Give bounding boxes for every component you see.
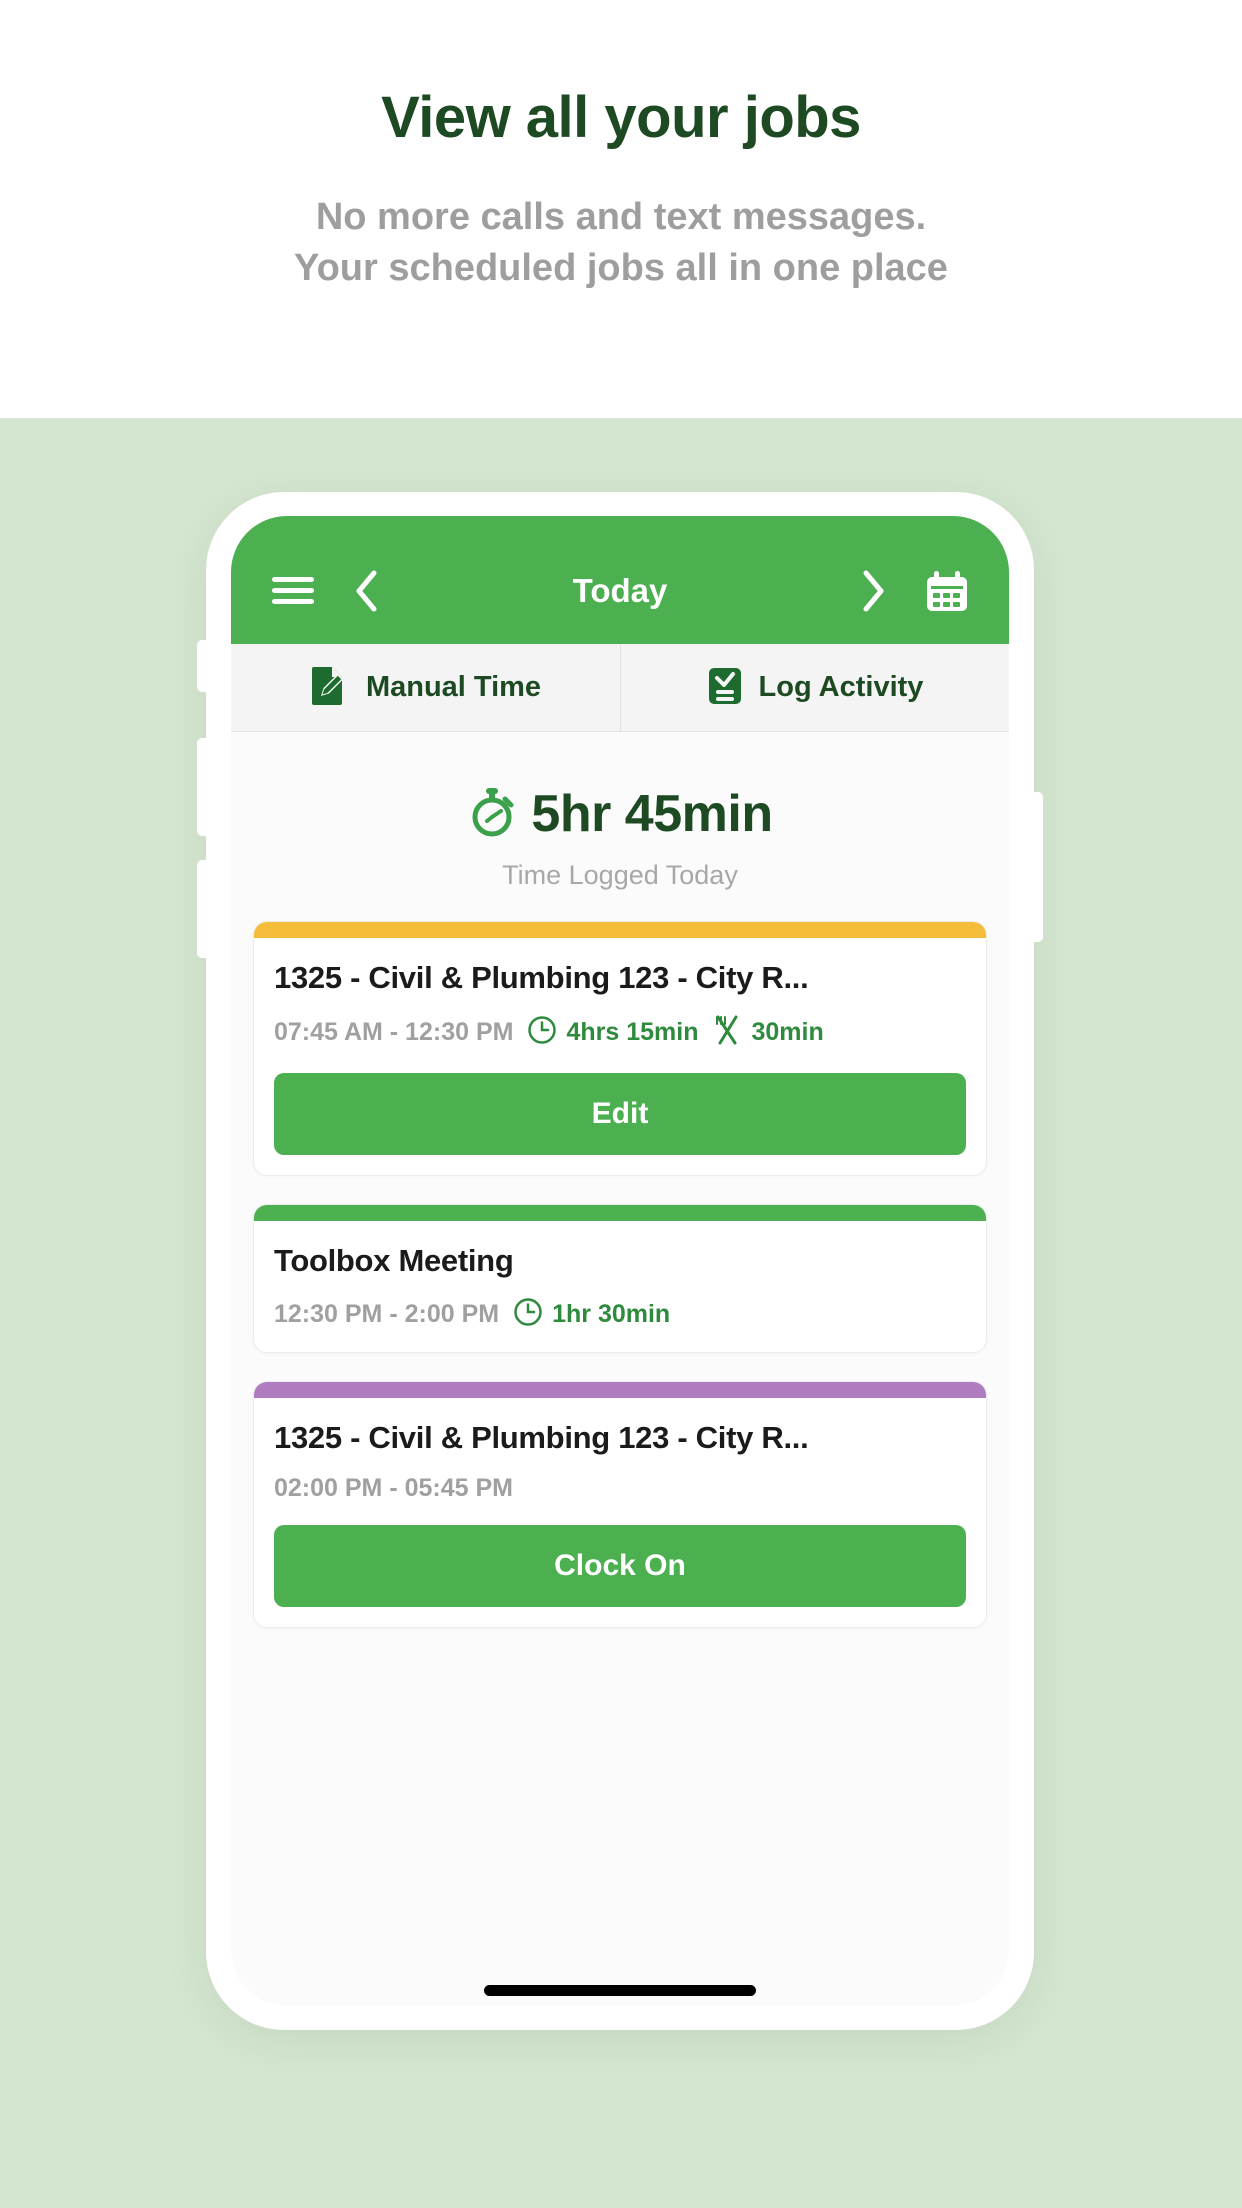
phone-mockup: Today Manual Time Log Activity 5hr 45min… — [197, 492, 1043, 2030]
tab-strip: Manual Time Log Activity — [231, 644, 1009, 732]
job-card-break: 30min — [712, 1014, 824, 1051]
job-card-duration: 1hr 30min — [513, 1297, 670, 1332]
job-card-stripe — [254, 922, 986, 938]
job-card-meta: 02:00 PM - 05:45 PM — [274, 1474, 966, 1503]
hamburger-menu-icon[interactable] — [267, 565, 319, 617]
tab-manual-time-label: Manual Time — [365, 671, 542, 703]
power-button[interactable] — [1032, 792, 1043, 942]
job-card-stripe — [254, 1205, 986, 1221]
job-card-list: 1325 - Civil & Plumbing 123 - City R... … — [231, 921, 1009, 1628]
promo-header: View all your jobs No more calls and tex… — [0, 0, 1242, 418]
page-title: View all your jobs — [381, 85, 861, 150]
time-logged-value: 5hr 45min — [531, 785, 773, 843]
clipboard-check-icon — [707, 664, 743, 711]
calendar-icon[interactable] — [921, 565, 973, 617]
job-card-body: 1325 - Civil & Plumbing 123 - City R... … — [254, 938, 986, 1175]
silent-switch-button[interactable] — [197, 640, 208, 692]
page-subtitle: No more calls and text messages. Your sc… — [0, 192, 1242, 295]
tab-log-activity[interactable]: Log Activity — [620, 644, 1009, 731]
volume-down-button[interactable] — [197, 860, 208, 958]
tab-log-activity-label: Log Activity — [758, 671, 924, 703]
job-card-stripe — [254, 1382, 986, 1398]
job-card-times: 07:45 AM - 12:30 PM — [274, 1018, 514, 1046]
time-summary: 5hr 45min Time Logged Today — [231, 732, 1009, 921]
job-card[interactable]: 1325 - Civil & Plumbing 123 - City R... … — [253, 1381, 987, 1628]
stopwatch-icon — [467, 786, 517, 843]
job-card-duration-text: 1hr 30min — [552, 1300, 671, 1328]
promo-screenshot-page: View all your jobs No more calls and tex… — [0, 0, 1242, 2208]
clock-on-button[interactable]: Clock On — [274, 1525, 966, 1607]
job-card-body: 1325 - Civil & Plumbing 123 - City R... … — [254, 1398, 986, 1627]
job-card-meta: 12:30 PM - 2:00 PM 1hr 30min — [274, 1297, 966, 1332]
job-card[interactable]: Toolbox Meeting 12:30 PM - 2:00 PM 1hr 3… — [253, 1204, 987, 1353]
tab-manual-time[interactable]: Manual Time — [231, 644, 620, 731]
time-logged-caption: Time Logged Today — [502, 860, 738, 890]
document-pencil-icon — [310, 664, 350, 711]
phone-screen: Today Manual Time Log Activity 5hr 45min… — [231, 516, 1009, 2006]
clock-icon — [527, 1015, 557, 1050]
job-card-meta: 07:45 AM - 12:30 PM 4hrs 15min 30min — [274, 1014, 966, 1051]
job-card-break-text: 30min — [751, 1018, 824, 1046]
volume-up-button[interactable] — [197, 738, 208, 836]
cutlery-icon — [712, 1014, 742, 1051]
job-card[interactable]: 1325 - Civil & Plumbing 123 - City R... … — [253, 921, 987, 1176]
job-card-duration-text: 4hrs 15min — [566, 1018, 699, 1046]
job-card-times: 12:30 PM - 2:00 PM — [274, 1300, 500, 1328]
job-card-duration: 4hrs 15min — [527, 1015, 698, 1050]
job-card-body: Toolbox Meeting 12:30 PM - 2:00 PM 1hr 3… — [254, 1221, 986, 1352]
job-card-title: 1325 - Civil & Plumbing 123 - City R... — [274, 960, 809, 995]
chevron-left-icon[interactable] — [341, 565, 393, 617]
app-navbar: Today — [231, 516, 1009, 644]
navbar-title: Today — [572, 572, 668, 609]
chevron-right-icon[interactable] — [847, 565, 899, 617]
job-card-times: 02:00 PM - 05:45 PM — [274, 1474, 513, 1502]
job-card-title: 1325 - Civil & Plumbing 123 - City R... — [274, 1420, 809, 1455]
edit-button[interactable]: Edit — [274, 1073, 966, 1155]
home-indicator-bar[interactable] — [484, 1985, 756, 1996]
clock-icon — [513, 1297, 543, 1332]
page-subtitle-line-2: Your scheduled jobs all in one place — [294, 247, 948, 290]
job-card-title: Toolbox Meeting — [274, 1243, 514, 1278]
page-subtitle-line-1: No more calls and text messages. — [315, 195, 927, 238]
time-summary-row: 5hr 45min — [231, 784, 1009, 844]
